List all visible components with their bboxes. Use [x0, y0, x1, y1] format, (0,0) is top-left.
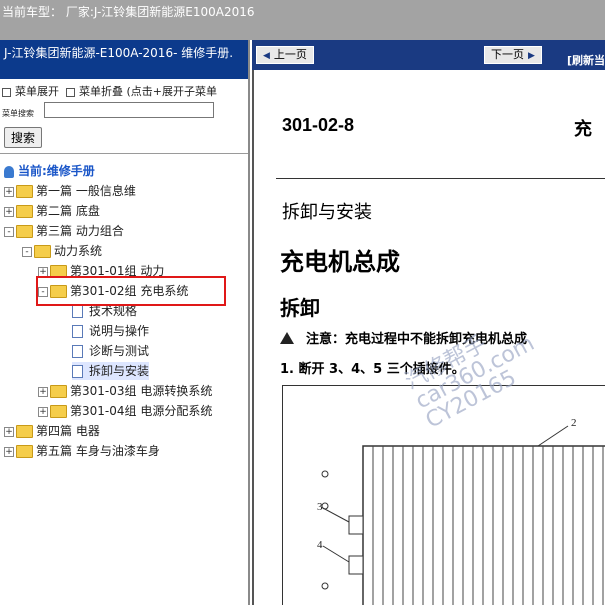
collapse-icon: [66, 87, 75, 97]
tree-leaf-label: 诊断与测试: [89, 344, 150, 358]
tree-node[interactable]: - 第三篇 动力组合: [4, 222, 124, 240]
tree-node[interactable]: + 第一篇 一般信息维: [4, 182, 136, 200]
expander-icon[interactable]: +: [38, 406, 48, 417]
callout-2: 2: [571, 417, 577, 429]
tree-node-label: 第301-03组 电源转换系统: [70, 384, 213, 398]
left-pane: J-江铃集团新能源-E100A-2016- 维修手册. 菜单展开 菜单折叠 (点…: [0, 40, 250, 605]
search-input[interactable]: [44, 102, 214, 118]
expander-icon[interactable]: +: [38, 386, 48, 397]
tree-node-label: 第一篇 一般信息维: [36, 184, 136, 198]
tree-node-label: 动力系统: [54, 244, 103, 258]
document-icon: [72, 365, 83, 378]
tree-root-label: 当前:维修手册: [18, 164, 95, 178]
warning-icon: [280, 332, 294, 344]
divider: [276, 178, 605, 179]
document-icon: [72, 345, 83, 358]
search-button[interactable]: 搜索: [4, 127, 43, 148]
tree-node[interactable]: + 第301-03组 电源转换系统: [38, 382, 212, 400]
section-title: 拆卸与安装: [282, 202, 372, 223]
tree-leaf-label: 拆卸与安装: [89, 364, 150, 378]
folder-icon: [16, 185, 33, 198]
next-page-label: 下一页: [491, 48, 524, 61]
tree-node-label: 第二篇 底盘: [36, 204, 100, 218]
arrow-left-icon: ◀: [263, 51, 270, 61]
book-icon: [4, 165, 14, 178]
menu-tree: 当前:维修手册 + 第一篇 一般信息维 + 第二篇 底盘 - 第三篇 动力组合 - 动力…: [0, 154, 248, 574]
tree-leaf-label: 技术规格: [89, 304, 138, 318]
procedure-title: 拆卸: [280, 296, 320, 320]
document-pane: ◀ 上一页 下一页 ▶ [刷新当 301-02-8 充 拆卸与安装 充电机总成 拆卸…: [252, 40, 605, 605]
tree-node-label: 第五篇 车身与油漆车身: [36, 444, 160, 458]
manual-title: J-江铃集团新能源-E100A-2016- 维修手册.: [0, 40, 248, 79]
page-code: 301-02-8: [282, 115, 355, 135]
page-heading: 充: [574, 119, 592, 140]
manual-page: 301-02-8 充 拆卸与安装 充电机总成 拆卸 注意：充电过程中不能拆卸充电…: [252, 70, 605, 605]
window-title: 当前车型： 厂家:J-江铃集团新能源E100A2016: [2, 5, 255, 19]
tree-node[interactable]: + 第301-04组 电源分配系统: [38, 402, 212, 420]
prev-page-button[interactable]: ◀ 上一页: [256, 46, 314, 64]
part-title: 充电机总成: [280, 250, 400, 276]
folder-open-icon: [34, 245, 51, 258]
folder-icon: [16, 205, 33, 218]
refresh-link[interactable]: [刷新当: [567, 52, 605, 68]
search-row: 菜单搜索: [0, 101, 248, 125]
menu-toggle-row: 菜单展开 菜单折叠 (点击+展开子菜单: [0, 79, 248, 101]
prev-page-label: 上一页: [273, 48, 307, 61]
tree-leaf[interactable]: 说明与操作: [72, 322, 149, 340]
tree-node[interactable]: - 动力系统: [22, 242, 102, 260]
tree-leaf-label: 说明与操作: [89, 324, 150, 338]
expander-icon[interactable]: +: [38, 266, 48, 277]
folder-icon: [16, 445, 33, 458]
highlight-annotation: [36, 276, 226, 306]
folder-icon: [50, 385, 67, 398]
expander-icon[interactable]: +: [4, 206, 14, 217]
top-bar: 当前车型： 厂家:J-江铃集团新能源E100A2016: [0, 0, 605, 40]
folder-open-icon: [16, 225, 33, 238]
menu-collapse-link[interactable]: 菜单折叠 (点击+展开子菜单: [79, 85, 217, 98]
folder-icon: [16, 425, 33, 438]
tree-node-label: 第301-04组 电源分配系统: [70, 404, 213, 418]
tree-node[interactable]: + 第二篇 底盘: [4, 202, 100, 220]
expander-icon[interactable]: +: [4, 426, 14, 437]
expander-icon[interactable]: -: [4, 226, 14, 237]
tree-node[interactable]: + 第五篇 车身与油漆车身: [4, 442, 160, 460]
search-button-row: 搜索: [0, 125, 248, 149]
next-page-button[interactable]: 下一页 ▶: [484, 46, 542, 64]
folder-icon: [50, 405, 67, 418]
search-label: 菜单搜索: [2, 109, 34, 118]
expander-icon[interactable]: +: [4, 446, 14, 457]
callout-4: 4: [317, 539, 323, 551]
menu-expand-link[interactable]: 菜单展开: [15, 85, 59, 98]
expander-icon[interactable]: +: [4, 186, 14, 197]
callout-3: 3: [317, 501, 323, 513]
page-nav-bar: ◀ 上一页 下一页 ▶ [刷新当: [252, 40, 605, 70]
tree-node[interactable]: + 第四篇 电器: [4, 422, 100, 440]
tree-node-label: 第三篇 动力组合: [36, 224, 124, 238]
tree-node-label: 第四篇 电器: [36, 424, 100, 438]
expand-icon: [2, 87, 11, 97]
document-icon: [72, 305, 83, 318]
tree-leaf-selected[interactable]: 拆卸与安装: [72, 362, 150, 380]
tree-leaf[interactable]: 诊断与测试: [72, 342, 149, 360]
document-icon: [72, 325, 83, 338]
tree-root[interactable]: 当前:维修手册: [4, 162, 95, 179]
arrow-right-icon: ▶: [528, 51, 535, 61]
expander-icon[interactable]: -: [22, 246, 32, 257]
